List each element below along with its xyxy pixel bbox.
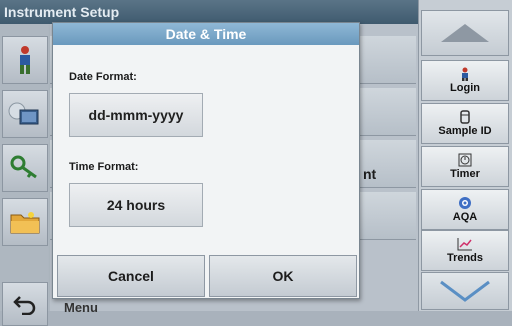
security-button[interactable] (2, 144, 48, 192)
scroll-up-button[interactable] (421, 10, 509, 56)
aqa-icon (459, 197, 471, 209)
login-label: Login (450, 82, 480, 94)
screen-title: Instrument Setup (0, 0, 418, 24)
down-arrow-icon (440, 280, 490, 302)
right-sidebar: Login Sample ID Timer AQA Trends (418, 0, 512, 311)
trends-button[interactable]: Trends (421, 230, 509, 271)
sample-id-button[interactable]: Sample ID (421, 103, 509, 144)
cancel-button[interactable]: Cancel (57, 255, 205, 297)
sample-id-icon (460, 110, 470, 124)
up-arrow-icon (441, 24, 489, 42)
time-format-button[interactable]: 24 hours (69, 183, 203, 227)
device-button[interactable] (2, 90, 48, 138)
instrument-screen: Instrument Setup nt Menu Login Sample ID… (0, 0, 512, 326)
ok-button[interactable]: OK (209, 255, 357, 297)
date-format-button[interactable]: dd-mmm-yyyy (69, 93, 203, 137)
scroll-down-button[interactable] (421, 272, 509, 310)
operator-button[interactable] (2, 36, 48, 84)
date-time-dialog: Date & Time Date Format: dd-mmm-yyyy Tim… (52, 22, 360, 299)
timer-icon (458, 153, 472, 167)
folder-icon (10, 212, 40, 234)
login-button[interactable]: Login (421, 60, 509, 101)
back-arrow-icon (13, 296, 36, 315)
background-menu-text: Menu (64, 300, 98, 315)
key-icon (10, 155, 37, 179)
date-format-label: Date Format: (69, 71, 137, 83)
user-icon (462, 67, 468, 81)
timer-button[interactable]: Timer (421, 146, 509, 187)
aqa-label: AQA (452, 211, 478, 223)
trends-label: Trends (446, 252, 484, 264)
dialog-title: Date & Time (53, 23, 359, 45)
aqa-button[interactable]: AQA (421, 189, 509, 230)
back-button[interactable] (2, 282, 48, 326)
sample-id-label: Sample ID (438, 125, 492, 137)
timer-label: Timer (450, 168, 480, 180)
display-device-icon (8, 102, 39, 125)
trends-icon (457, 238, 472, 251)
person-icon (20, 46, 30, 74)
folder-button[interactable] (2, 198, 48, 246)
time-format-label: Time Format: (69, 161, 139, 173)
background-row-text: nt (363, 166, 377, 182)
left-toolbar (0, 24, 50, 326)
